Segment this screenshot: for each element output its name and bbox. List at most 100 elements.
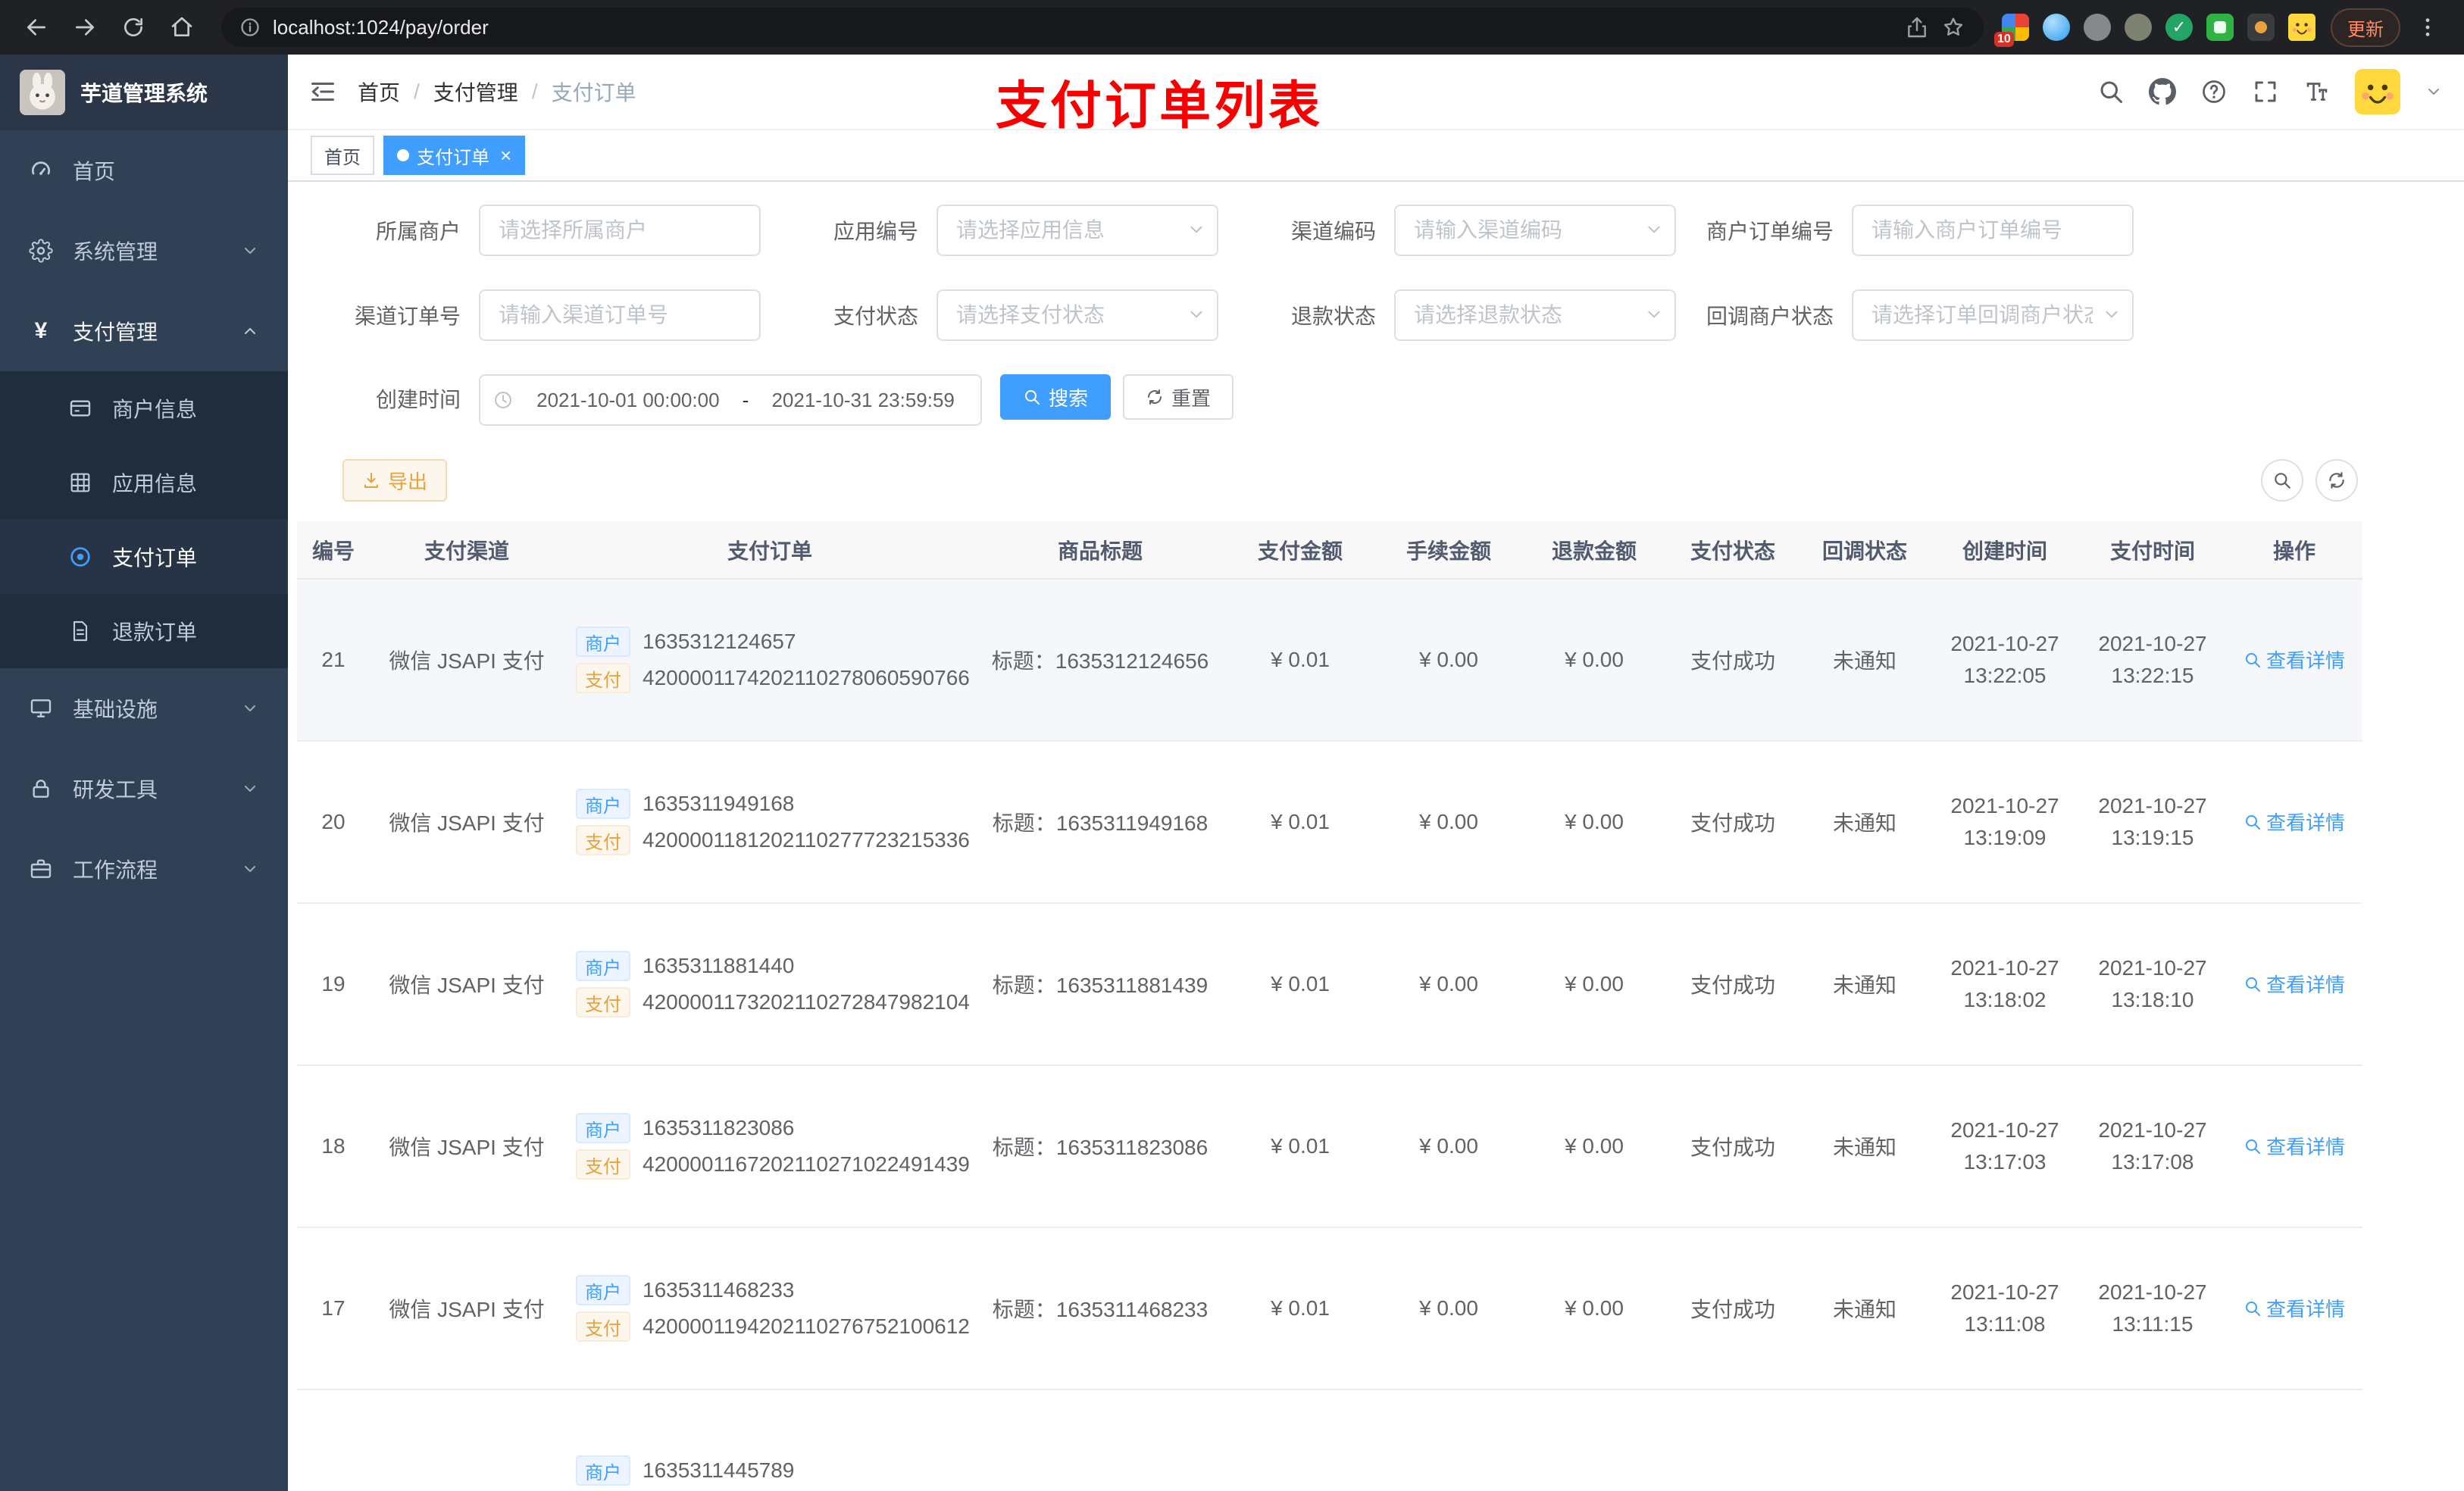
user-avatar[interactable] (2355, 69, 2400, 114)
orders-table: 编号 支付渠道 支付订单 商品标题 支付金额 手续金额 退款金额 支付状态 回调… (297, 521, 2362, 1491)
browser-forward-button[interactable] (64, 6, 106, 48)
toggle-search-button[interactable] (2261, 459, 2303, 502)
sidebar-item-workflow[interactable]: 工作流程 (0, 829, 288, 909)
bookmark-star-icon[interactable] (1941, 15, 1965, 39)
extension-check-icon[interactable]: ✓ (2165, 14, 2193, 41)
chevron-down-icon (241, 780, 259, 798)
notify-status-select[interactable] (1852, 289, 2134, 341)
date-start-value[interactable]: 2021-10-01 00:00:00 (523, 389, 733, 412)
extension-drop-icon[interactable] (2043, 14, 2070, 41)
filter-label: 创建时间 (375, 388, 461, 411)
cell-status: 支付成功 (1667, 741, 1799, 904)
extension-gray-icon[interactable] (2084, 14, 2111, 41)
tab-home[interactable]: 首页 (311, 136, 374, 175)
sidebar-item-infra[interactable]: 基础设施 (0, 668, 288, 749)
search-button[interactable]: 搜索 (1000, 374, 1112, 420)
browser-menu-icon[interactable] (2406, 6, 2449, 48)
col-pay-channel: 支付渠道 (370, 521, 564, 580)
cell-fee: ¥ 0.00 (1376, 741, 1521, 904)
refund-status-select[interactable] (1394, 289, 1676, 341)
cell-amount: ¥ 0.01 (1224, 903, 1376, 1066)
filter-channel-order-no: 渠道订单号 (312, 289, 761, 341)
sidebar-item-system[interactable]: 系统管理 (0, 211, 288, 291)
view-detail-link[interactable]: 查看详情 (2244, 1132, 2345, 1160)
sidebar-item-home[interactable]: 首页 (0, 130, 288, 211)
browser-back-button[interactable] (15, 6, 58, 48)
sidebar-item-devtools[interactable]: 研发工具 (0, 749, 288, 829)
cell-id (297, 1389, 370, 1491)
app-select[interactable] (937, 205, 1218, 256)
extension-colorful-icon[interactable]: 10 (1994, 14, 2029, 47)
help-icon[interactable] (2200, 78, 2228, 105)
fullscreen-icon[interactable] (2252, 78, 2279, 105)
sidebar-toggle-icon[interactable] (309, 78, 336, 105)
pay-status-select[interactable] (937, 289, 1218, 341)
col-pay-time: 支付时间 (2079, 521, 2226, 580)
cell-pay-time: 2021-10-27 13:22:15 (2079, 579, 2226, 742)
chevron-down-icon (241, 860, 259, 878)
chevron-up-icon (241, 322, 259, 340)
filter-label: 商户订单编号 (1706, 220, 1834, 243)
view-detail-link[interactable]: 查看详情 (2244, 1294, 2345, 1322)
pay-tag: 支付 (576, 825, 630, 855)
extension-chat-icon[interactable] (2206, 14, 2234, 41)
filter-label: 退款状态 (1290, 305, 1376, 328)
cell-status: 支付成功 (1667, 1227, 1799, 1390)
page-content: 所属商户 应用编号 渠道编码 商户订单编号 (288, 182, 2464, 1491)
export-button[interactable]: 导出 (342, 459, 448, 502)
browser-home-button[interactable] (161, 6, 203, 48)
create-time-range-picker[interactable]: 2021-10-01 00:00:00 - 2021-10-31 23:59:5… (479, 374, 982, 426)
cell-status: 支付成功 (1667, 579, 1799, 742)
cell-actions: 查看详情 (2226, 1065, 2362, 1228)
col-product-title: 商品标题 (976, 521, 1224, 580)
filter-label: 支付状态 (833, 305, 918, 328)
cell-amount: ¥ 0.01 (1224, 1227, 1376, 1390)
col-create-time: 创建时间 (1931, 521, 2079, 580)
table-row: 19 微信 JSAPI 支付 商户 1635311881440 支付 4200001… (297, 903, 2362, 1066)
cell-channel: 微信 JSAPI 支付 (370, 579, 564, 742)
sidebar-item-refund-order[interactable]: 退款订单 (0, 594, 288, 668)
close-icon[interactable]: × (500, 145, 511, 165)
merchant-order-no-input[interactable] (1852, 205, 2134, 256)
filter-label: 应用编号 (833, 220, 918, 243)
merchant-select[interactable] (479, 205, 761, 256)
view-detail-link[interactable]: 查看详情 (2244, 645, 2345, 674)
search-icon[interactable] (2097, 78, 2125, 105)
monitor-icon (29, 696, 53, 720)
share-icon[interactable] (1905, 15, 1929, 39)
breadcrumb-home[interactable]: 首页 (358, 77, 400, 107)
font-size-icon[interactable] (2303, 78, 2331, 105)
refresh-table-button[interactable] (2315, 459, 2358, 502)
browser-reload-button[interactable] (112, 6, 155, 48)
avatar-caret-icon[interactable] (2425, 83, 2443, 101)
extension-emoji-icon[interactable] (2288, 14, 2315, 41)
github-icon[interactable] (2149, 78, 2176, 105)
sidebar-item-app-info[interactable]: 应用信息 (0, 445, 288, 520)
tags-view: 首页 支付订单 × (288, 130, 2464, 182)
extension-olive-icon[interactable] (2125, 14, 2152, 41)
breadcrumb-payment[interactable]: 支付管理 (433, 77, 518, 107)
table-row-partial: 商户 1635311445789 (297, 1389, 2362, 1491)
extension-pin-icon[interactable] (2247, 14, 2275, 41)
cell-pay-time: 2021-10-27 13:17:08 (2079, 1065, 2226, 1228)
breadcrumb-separator: / (414, 80, 420, 103)
merchant-tag: 商户 (576, 1275, 630, 1305)
site-info-icon[interactable] (239, 17, 261, 38)
app-logo: 芋道管理系统 (0, 55, 288, 130)
channel-code-select[interactable] (1394, 205, 1676, 256)
sidebar-item-payment[interactable]: ¥ 支付管理 (0, 291, 288, 371)
channel-order-no-input[interactable] (479, 289, 761, 341)
cell-create-time: 2021-10-27 13:11:08 (1931, 1227, 2079, 1390)
url-text[interactable]: localhost:1024/pay/order (273, 16, 1893, 39)
filter-label: 渠道订单号 (354, 305, 461, 328)
sidebar-item-merchant-info[interactable]: 商户信息 (0, 371, 288, 445)
filter-label: 所属商户 (375, 220, 461, 243)
reset-button[interactable]: 重置 (1123, 374, 1234, 420)
sidebar-item-pay-order[interactable]: 支付订单 (0, 520, 288, 594)
view-detail-link[interactable]: 查看详情 (2244, 808, 2345, 836)
address-bar[interactable]: localhost:1024/pay/order (221, 8, 1984, 47)
browser-update-button[interactable]: 更新 (2331, 8, 2400, 47)
view-detail-link[interactable]: 查看详情 (2244, 970, 2345, 998)
tab-pay-order[interactable]: 支付订单 × (383, 136, 526, 175)
date-end-value[interactable]: 2021-10-31 23:59:59 (758, 389, 968, 412)
